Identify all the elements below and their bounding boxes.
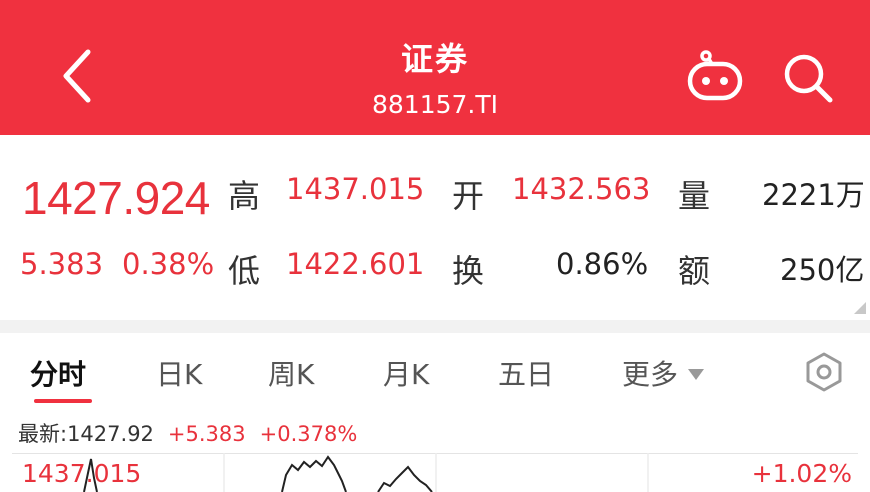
price-line-segment	[377, 465, 433, 492]
turnover-value: 0.86%	[556, 247, 649, 281]
high-value: 1437.015	[286, 172, 425, 206]
volume-value: 2221万	[762, 178, 865, 212]
top-bar: 证券 881157.TI	[0, 0, 870, 135]
active-tab-indicator	[34, 399, 92, 403]
search-icon[interactable]	[782, 52, 834, 104]
open-value: 1432.563	[512, 172, 651, 206]
quote-panel: 1427.924 高 1437.015 开 1432.563 量 2221万 5…	[0, 135, 870, 320]
low-value: 1422.601	[286, 247, 425, 281]
intraday-chart-area: 最新:1427.92 +5.383 +0.378% 1437.015 +1.02%	[0, 406, 870, 492]
latest-change-pct: +0.378%	[259, 422, 358, 446]
high-label: 高	[228, 177, 261, 215]
expand-corner-icon[interactable]	[854, 302, 866, 314]
tab-daily-k[interactable]: 日K	[156, 353, 202, 393]
amount-value: 250亿	[780, 253, 865, 287]
amount-label: 额	[678, 252, 711, 290]
latest-price: 最新:1427.92	[18, 422, 154, 446]
latest-info: 最新:1427.92 +5.383 +0.378%	[18, 418, 357, 448]
volume-label: 量	[678, 177, 711, 215]
tab-intraday[interactable]: 分时	[30, 353, 86, 393]
tab-more-label: 更多	[622, 358, 679, 391]
turnover-label: 换	[452, 252, 485, 290]
tab-weekly-k[interactable]: 周K	[268, 353, 314, 393]
tab-more[interactable]: 更多	[622, 353, 705, 393]
price-change: 5.383	[20, 247, 104, 281]
hexagon-settings-icon[interactable]	[803, 351, 845, 393]
price-change-pct: 0.38%	[122, 247, 215, 281]
price-line-segment	[281, 455, 347, 492]
tab-monthly-k[interactable]: 月K	[383, 353, 429, 393]
latest-change: +5.383	[167, 422, 246, 446]
open-label: 开	[452, 177, 485, 215]
low-label: 低	[228, 252, 261, 290]
period-tabs: 分时 日K 周K 月K 五日 更多	[0, 333, 870, 406]
pct-axis-top-label: +1.02%	[751, 459, 852, 488]
tab-five-day[interactable]: 五日	[498, 353, 554, 393]
y-axis-top-label: 1437.015	[22, 459, 142, 488]
current-price: 1427.924	[22, 172, 210, 224]
robot-icon[interactable]	[686, 50, 744, 102]
caret-down-icon	[688, 369, 705, 380]
